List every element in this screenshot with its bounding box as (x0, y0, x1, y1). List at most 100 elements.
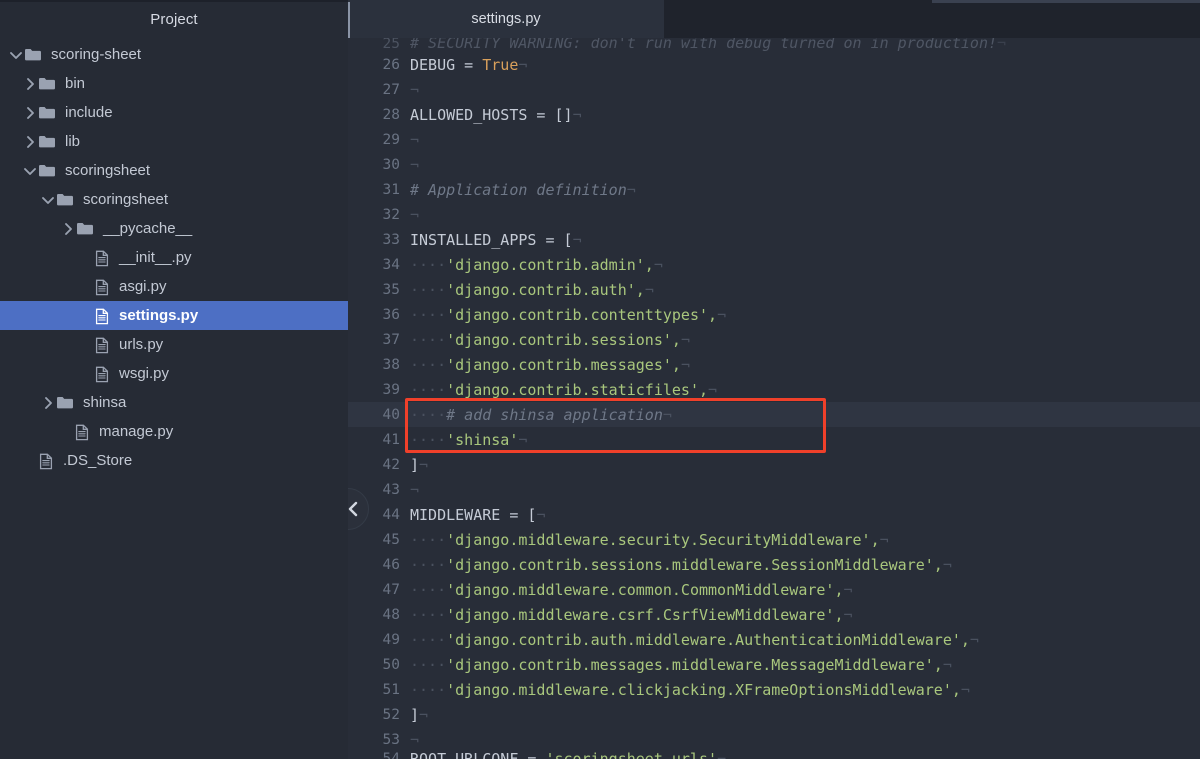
chevron-down-icon[interactable] (8, 47, 24, 63)
code-line: 50 ····'django.contrib.messages.middlewar… (348, 652, 1200, 677)
line-content: ¬ (410, 731, 419, 749)
folder-icon (56, 395, 74, 411)
folder-icon (56, 192, 74, 208)
line-content: ]¬ (410, 456, 428, 474)
code-token: 'django.contrib.admin', (446, 255, 654, 274)
code-text-area[interactable]: 25 # SECURITY WARNING: don't run with deb… (348, 38, 1200, 759)
tree-item-label: scoringsheet (83, 191, 169, 208)
code-token: ¬ (626, 180, 636, 199)
tree-item-pycache[interactable]: __pycache__ (0, 214, 348, 243)
code-token: 'django.contrib.contenttypes', (446, 305, 718, 324)
line-content: ]¬ (410, 706, 428, 724)
code-token: ] (410, 455, 420, 474)
code-line: 45 ····'django.middleware.security.Securi… (348, 527, 1200, 552)
tree-item-bin[interactable]: bin (0, 69, 348, 98)
tree-item-label: include (65, 104, 113, 121)
tree-item-asgi-py[interactable]: asgi.py (0, 272, 348, 301)
code-token: ···· (410, 630, 447, 649)
tree-item-ds-store[interactable]: .DS_Store (0, 446, 348, 475)
tree-item-label: scoring-sheet (51, 46, 142, 63)
code-token: ¬ (410, 205, 420, 224)
code-token: ···· (410, 405, 447, 424)
code-token: ROOT_URLCONF = (410, 752, 545, 759)
code-token: ¬ (680, 330, 690, 349)
chevron-right-icon[interactable] (40, 395, 56, 411)
code-token: 'scoringsheet.urls' (545, 752, 717, 759)
line-number: 29 (382, 131, 400, 148)
code-editor-pane: settings.py 25 # SECURITY WARNING: don't … (348, 0, 1200, 759)
tree-item-scoringsheet[interactable]: scoringsheet (0, 156, 348, 185)
code-token: ¬ (942, 655, 952, 674)
line-content: # SECURITY WARNING: don't run with debug… (410, 38, 1006, 52)
code-token: ···· (410, 355, 447, 374)
code-token: ¬ (717, 305, 727, 324)
line-content: ····'django.contrib.messages.middleware.… (410, 656, 952, 674)
line-content: ····'django.middleware.common.CommonMidd… (410, 581, 853, 599)
code-token: ¬ (680, 355, 690, 374)
tree-item-label: shinsa (83, 394, 127, 411)
code-token: INSTALLED_APPS = [ (410, 230, 573, 249)
line-number: 52 (382, 706, 400, 723)
chevron-right-icon[interactable] (22, 76, 38, 92)
chevron-right-icon[interactable] (22, 134, 38, 150)
code-token: 'django.contrib.sessions', (446, 330, 681, 349)
chevron-right-icon[interactable] (22, 105, 38, 121)
code-token: ···· (410, 280, 447, 299)
chevron-down-icon[interactable] (22, 163, 38, 179)
chevron-down-icon[interactable] (40, 192, 56, 208)
line-number: 48 (382, 606, 400, 623)
code-line: 38 ····'django.contrib.messages',¬ (348, 352, 1200, 377)
tree-item-lib[interactable]: lib (0, 127, 348, 156)
code-token: 'django.contrib.messages.middleware.Mess… (446, 655, 943, 674)
code-line: 30 ¬ (348, 152, 1200, 177)
line-content: MIDDLEWARE = [¬ (410, 506, 545, 524)
tab-label: settings.py (471, 11, 541, 27)
line-content: ····'django.middleware.clickjacking.XFra… (410, 681, 970, 699)
code-token: ¬ (997, 38, 1007, 52)
code-token: ¬ (653, 255, 663, 274)
tree-item-settings-py[interactable]: settings.py (0, 301, 348, 330)
code-line: 35 ····'django.contrib.auth',¬ (348, 277, 1200, 302)
tree-item-urls-py[interactable]: urls.py (0, 330, 348, 359)
tree-item-init-py[interactable]: __init__.py (0, 243, 348, 272)
tree-item-shinsa[interactable]: shinsa (0, 388, 348, 417)
tree-item-wsgi-py[interactable]: wsgi.py (0, 359, 348, 388)
file-icon (38, 453, 54, 469)
code-line: 32 ¬ (348, 202, 1200, 227)
code-token: ¬ (942, 555, 952, 574)
line-content: ¬ (410, 131, 419, 149)
code-token: ¬ (843, 605, 853, 624)
code-line: 41 ····'shinsa'¬ (348, 427, 1200, 452)
tree-item-label: asgi.py (119, 278, 167, 295)
code-token: 'django.middleware.common.CommonMiddlewa… (446, 580, 844, 599)
folder-icon (38, 105, 56, 121)
tree-item-manage-py[interactable]: manage.py (0, 417, 348, 446)
code-token: 'django.contrib.messages', (446, 355, 681, 374)
code-line: 34 ····'django.contrib.admin',¬ (348, 252, 1200, 277)
code-line: 28 ALLOWED_HOSTS = []¬ (348, 102, 1200, 127)
tree-item-include[interactable]: include (0, 98, 348, 127)
line-content: ····'django.contrib.sessions',¬ (410, 331, 690, 349)
line-number: 51 (382, 681, 400, 698)
file-icon (94, 308, 110, 324)
line-number: 25 (382, 38, 400, 52)
code-token: ¬ (572, 105, 582, 124)
code-token: ¬ (410, 155, 420, 174)
code-line: 37 ····'django.contrib.sessions',¬ (348, 327, 1200, 352)
tree-twisty-spacer (78, 250, 94, 266)
tree-item-scoringsheet[interactable]: scoringsheet (0, 185, 348, 214)
tab-settings-py[interactable]: settings.py (348, 0, 664, 38)
line-content: ····'django.contrib.messages',¬ (410, 356, 690, 374)
tree-item-scoring-sheet[interactable]: scoring-sheet (0, 40, 348, 69)
code-token: 'django.contrib.sessions.middleware.Sess… (446, 555, 943, 574)
code-token: ¬ (410, 80, 420, 99)
line-number: 40 (382, 406, 400, 423)
line-content: ····'django.contrib.staticfiles',¬ (410, 381, 717, 399)
chevron-right-icon[interactable] (60, 221, 76, 237)
code-token: ···· (410, 580, 447, 599)
code-token: ···· (410, 305, 447, 324)
tree-item-label: __init__.py (119, 249, 192, 266)
code-token: # add shinsa application (446, 405, 663, 424)
folder-icon (38, 163, 56, 179)
code-line: 31 # Application definition¬ (348, 177, 1200, 202)
